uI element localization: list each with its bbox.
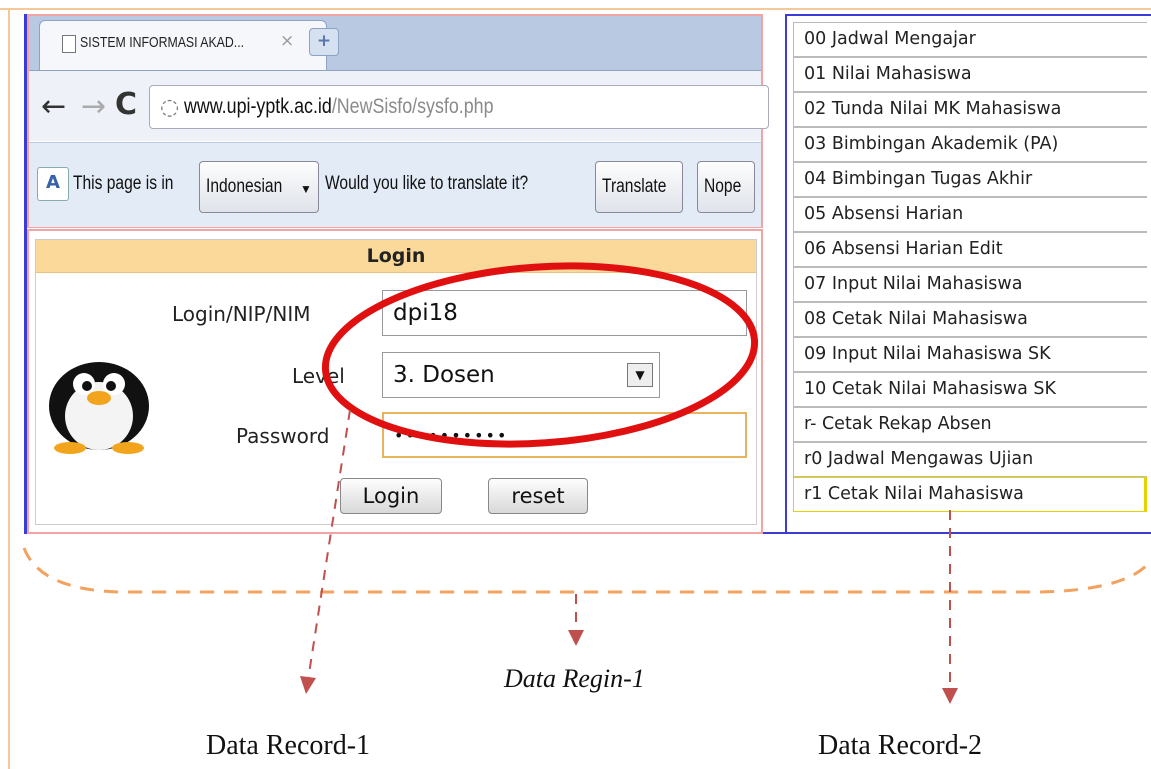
record2-caption: Data Record-2 <box>818 730 983 761</box>
region-caption: Data Regin-1 <box>504 664 645 693</box>
annotation-overlay <box>22 262 1151 704</box>
arrow-record1-line <box>307 409 351 681</box>
arrow-record2-head <box>942 688 958 704</box>
record1-caption: Data Record-1 <box>206 730 371 761</box>
dashed-brace <box>22 547 1151 594</box>
arrow-region-head <box>568 630 584 646</box>
arrow-record1-head <box>300 676 316 694</box>
highlight-ellipse <box>321 262 759 448</box>
